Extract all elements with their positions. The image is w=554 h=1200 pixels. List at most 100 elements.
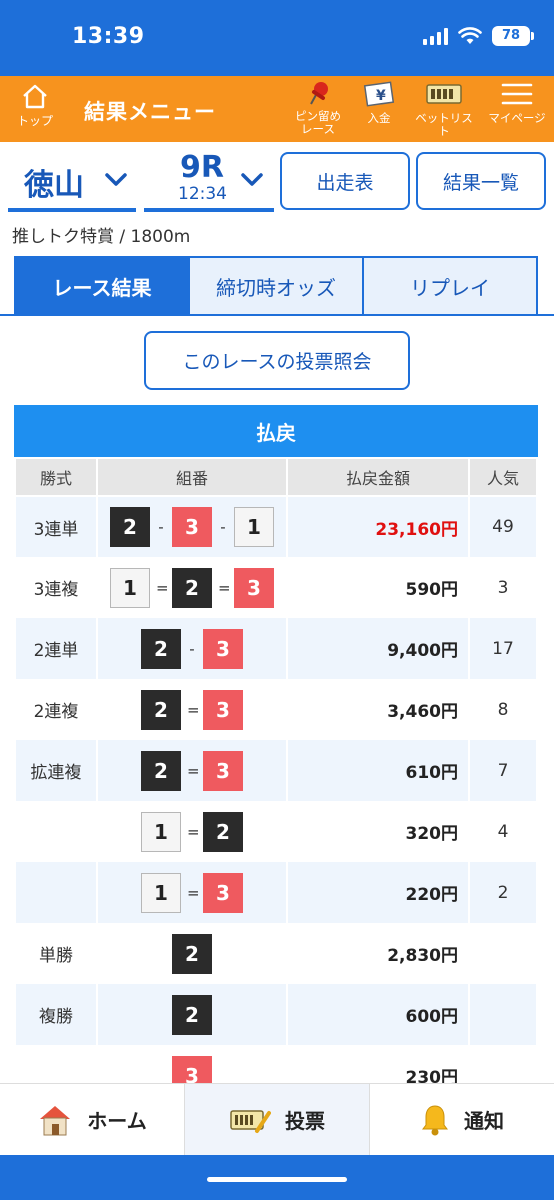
boat-number-1: 1 xyxy=(141,811,181,852)
boat-number-3: 3 xyxy=(203,689,243,730)
deposit-label: 入金 xyxy=(367,111,391,125)
boat-number-2: 2 xyxy=(172,933,212,974)
boat-number-3: 3 xyxy=(203,750,243,791)
bet-type: 2連単 xyxy=(14,618,98,679)
tab-race-result[interactable]: レース結果 xyxy=(16,258,190,314)
boat-number-3: 3 xyxy=(234,567,274,608)
combination-boats: 2-3 xyxy=(141,628,243,669)
top-button[interactable]: トップ xyxy=(12,82,58,129)
combination-boats: 1 = 2 xyxy=(141,811,243,852)
popularity xyxy=(468,923,538,984)
payout-row: 2連単 2-3 9,400円 17 xyxy=(14,618,538,679)
payout-amount: 9,400円 xyxy=(286,618,470,679)
combination-separator: = xyxy=(156,578,169,597)
payout-amount: 600円 xyxy=(286,984,470,1045)
combination-boats: 1 = 3 xyxy=(141,872,243,913)
status-icons: 78 xyxy=(423,26,534,46)
payout-amount: 590円 xyxy=(286,557,470,618)
boat-number-1: 1 xyxy=(110,567,150,608)
popularity: 8 xyxy=(468,679,538,740)
combination-boats: 2 xyxy=(172,994,212,1035)
payout-row: 3連単 2-3-1 23,160円 49 xyxy=(14,496,538,557)
venue-name: 徳山 xyxy=(24,168,84,203)
tab-closing-odds[interactable]: 締切時オッズ xyxy=(190,258,364,314)
payout-row: 2連複 2 = 3 3,460円 8 xyxy=(14,679,538,740)
combination: 2 xyxy=(96,984,288,1045)
betlist-button[interactable]: ベットリスト xyxy=(412,80,476,138)
boat-number-1: 1 xyxy=(234,507,274,547)
svg-text:¥: ¥ xyxy=(376,88,386,104)
popularity xyxy=(468,984,538,1045)
status-bar: 13:39 78 xyxy=(0,0,554,76)
race-time: 12:34 xyxy=(178,184,227,204)
race-info: 推しトク特賞 / 1800m xyxy=(12,227,191,247)
boat-number-2: 2 xyxy=(172,567,212,608)
combination-separator: = xyxy=(187,700,200,719)
payout-amount: 3,460円 xyxy=(286,679,470,740)
chevron-down-icon xyxy=(241,173,263,186)
combination-boats: 2 xyxy=(172,933,212,974)
nav-home-label: ホーム xyxy=(87,1109,147,1133)
house-icon xyxy=(40,1105,71,1135)
bet-type: 拡連複 xyxy=(14,740,98,801)
combination-boats: 2 = 3 xyxy=(141,750,243,791)
col-amount: 払戻金額 xyxy=(286,457,470,497)
status-time: 13:39 xyxy=(72,24,145,49)
bet-type: 3連単 xyxy=(14,496,98,557)
venue-select[interactable]: 徳山 xyxy=(8,150,136,212)
boat-number-2: 2 xyxy=(110,507,150,547)
combination-boats: 2-3-1 xyxy=(110,507,274,547)
boat-number-2: 2 xyxy=(172,994,212,1035)
chevron-down-icon xyxy=(105,173,127,186)
home-indicator[interactable] xyxy=(207,1177,347,1182)
deposit-button[interactable]: ¥ 入金 xyxy=(357,80,401,125)
nav-notify-label: 通知 xyxy=(464,1109,504,1133)
combination-separator: - xyxy=(220,518,226,536)
pin-race-button[interactable]: ピン留め レース xyxy=(288,80,348,136)
pushpin-icon xyxy=(310,82,328,105)
race-select[interactable]: 9R 12:34 xyxy=(144,150,274,212)
payout-amount: 320円 xyxy=(286,801,470,862)
popularity: 17 xyxy=(468,618,538,679)
tab-replay[interactable]: リプレイ xyxy=(364,258,536,314)
wifi-icon xyxy=(458,27,482,44)
combination: 2-3-1 xyxy=(96,496,288,557)
payout-row: 1 = 3 220円 2 xyxy=(14,862,538,923)
bet-type: 3連複 xyxy=(14,557,98,618)
payout-table: 勝式 組番 払戻金額 人気 3連単 2-3-1 23,160円 49 3連複 1 = 2 = 3 5… xyxy=(14,457,538,1106)
menu-title: 結果メニュー xyxy=(84,100,216,124)
vote-inquiry-button[interactable]: このレースの投票照会 xyxy=(144,331,410,390)
combination: 1 = 2 = 3 xyxy=(96,557,288,618)
menu-bar: トップ 結果メニュー ピン留め レース ¥ 入金 ベットリスト マイページ xyxy=(0,76,554,142)
payout-header: 払戻 xyxy=(14,405,538,457)
payout-amount: 23,160円 xyxy=(286,496,470,557)
popularity: 3 xyxy=(468,557,538,618)
bet-type: 単勝 xyxy=(14,923,98,984)
combination-boats: 1 = 2 = 3 xyxy=(110,567,274,608)
nav-notify[interactable]: 通知 xyxy=(370,1084,554,1155)
col-combination: 組番 xyxy=(96,457,288,497)
ticket-icon xyxy=(426,84,462,104)
bet-type: 2連複 xyxy=(14,679,98,740)
race-number: 9R xyxy=(180,150,224,185)
payout-row: 拡連複 2 = 3 610円 7 xyxy=(14,740,538,801)
mypage-button[interactable]: マイページ xyxy=(484,80,550,125)
results-list-button[interactable]: 結果一覧 xyxy=(416,152,546,210)
hamburger-icon xyxy=(501,83,533,105)
boat-number-2: 2 xyxy=(203,811,243,852)
nav-home[interactable]: ホーム xyxy=(0,1084,184,1155)
boat-number-3: 3 xyxy=(203,628,243,669)
popularity: 4 xyxy=(468,801,538,862)
nav-vote[interactable]: 投票 xyxy=(184,1084,370,1155)
boat-number-2: 2 xyxy=(141,628,181,669)
entries-button[interactable]: 出走表 xyxy=(280,152,410,210)
ticket-pencil-icon xyxy=(230,1109,271,1133)
payout-row: 1 = 2 320円 4 xyxy=(14,801,538,862)
col-kind: 勝式 xyxy=(14,457,98,497)
boat-number-2: 2 xyxy=(141,689,181,730)
payout-row: 3連複 1 = 2 = 3 590円 3 xyxy=(14,557,538,618)
col-popularity: 人気 xyxy=(468,457,538,497)
bottom-nav: ホーム 投票 通知 xyxy=(0,1083,554,1155)
payout-header-row: 勝式 組番 払戻金額 人気 xyxy=(14,457,538,497)
popularity: 2 xyxy=(468,862,538,923)
